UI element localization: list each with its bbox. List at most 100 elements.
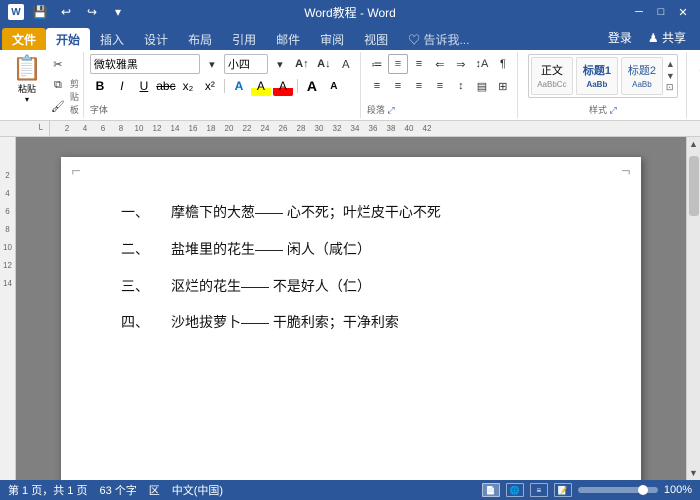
clear-format-button[interactable]: Ａ [336,54,356,74]
tab-bar: 文件 开始 插入 设计 布局 引用 邮件 审阅 视图 ♡ 告诉我... 登录 ♟… [0,24,700,50]
close-button[interactable]: ✕ [674,3,692,21]
zoom-thumb[interactable] [638,485,648,495]
paste-button[interactable]: 📋 粘贴 ▾ [8,54,46,106]
style-heading1[interactable]: 标题1AaBb [576,57,618,95]
style-heading2[interactable]: 标题2AaBb [621,57,663,95]
font-size-input[interactable] [224,54,268,74]
tab-insert[interactable]: 插入 [90,28,134,50]
document-page[interactable]: ⌐ ⌐ ⌐ ⌐ 一、 摩檐下的大葱—— 心不死；叶烂皮干心不死 二、 盐堆里的花… [61,157,641,480]
show-paragraph-button[interactable]: ¶ [493,54,513,74]
ruler-mark: 34 [346,124,364,133]
highlight-button[interactable]: A [251,76,271,96]
bullets-button[interactable]: ≔ [367,54,387,74]
strikethrough-button[interactable]: abc [156,76,176,96]
ruler-vertical: 2 4 6 8 10 12 14 [0,137,16,480]
view-outline-button[interactable]: ≡ [530,483,548,497]
zoom-level[interactable]: 100% [664,484,692,496]
line-spacing-button[interactable]: ↕ [451,76,471,96]
qat-redo-button[interactable]: ↪ [82,2,102,22]
toolbar: 📋 粘贴 ▾ ✂ ⧉ 🖌 剪贴板 ▾ ▾ A↑ A↓ Ａ [0,50,700,121]
find-button[interactable]: 🔍 编辑 [693,54,700,106]
ruler-mark: 28 [292,124,310,133]
corner-tr: ⌐ [621,167,631,177]
paste-arrow: ▾ [25,95,29,104]
tab-file[interactable]: 文件 [2,28,46,50]
bold-button[interactable]: B [90,76,110,96]
font-size-dropdown[interactable]: ▾ [270,54,290,74]
justify-button[interactable]: ≡ [430,76,450,96]
document-content[interactable]: 一、 摩檐下的大葱—— 心不死；叶烂皮干心不死 二、 盐堆里的花生—— 闲人（咸… [121,197,581,338]
ribbon: 文件 开始 插入 设计 布局 引用 邮件 审阅 视图 ♡ 告诉我... 登录 ♟… [0,24,700,121]
shading-button[interactable]: ▤ [472,76,492,96]
decrease-indent-button[interactable]: ⇐ [430,54,450,74]
ruler-mark: 36 [364,124,382,133]
tab-home[interactable]: 开始 [46,28,90,50]
italic-button[interactable]: I [112,76,132,96]
vertical-scrollbar[interactable]: ▲ ▼ [686,137,700,480]
font-name-input[interactable] [90,54,200,74]
copy-button[interactable]: ⧉ [48,75,68,95]
view-web-button[interactable]: 🌐 [506,483,524,497]
tab-design[interactable]: 设计 [134,28,178,50]
tab-view[interactable]: 视图 [354,28,398,50]
sep1 [224,79,225,93]
font-size-big-button[interactable]: A [302,76,322,96]
align-center-button[interactable]: ≡ [388,76,408,96]
view-draft-button[interactable]: 📝 [554,483,572,497]
borders-button[interactable]: ⊞ [493,76,513,96]
increase-indent-button[interactable]: ⇒ [451,54,471,74]
style-more-button[interactable]: ⊡ [666,82,675,93]
paragraph-dialog-button[interactable]: ⤢ [387,105,394,115]
style-scroll-up[interactable]: ▲ [666,59,675,69]
login-button[interactable]: 登录 [602,27,638,48]
scroll-thumb[interactable] [689,156,699,216]
subscript-button[interactable]: x₂ [178,76,198,96]
tab-references[interactable]: 引用 [222,28,266,50]
font-size-small-button[interactable]: A [324,76,344,96]
style-scroll-down[interactable]: ▼ [666,71,675,81]
share-button[interactable]: ♟ 共享 [642,27,692,48]
qat-save-button[interactable]: 💾 [30,2,50,22]
underline-button[interactable]: U [134,76,154,96]
align-right-button[interactable]: ≡ [409,76,429,96]
ruler-mark: 4 [76,124,94,133]
style-heading1-label: 标题1AaBb [583,62,611,90]
text-effect-button[interactable]: A [229,76,249,96]
sort-button[interactable]: ↕A [472,54,492,74]
ruler-mark: 2 [58,124,76,133]
scroll-down-arrow[interactable]: ▼ [687,466,700,480]
tab-layout[interactable]: 布局 [178,28,222,50]
paste-label: 粘贴 [18,82,36,95]
restore-button[interactable]: □ [652,3,670,21]
font-group: ▾ ▾ A↑ A↓ Ａ B I U abc x₂ x² A A A A A [86,52,361,118]
tab-help[interactable]: ♡ 告诉我... [398,28,479,50]
cut-button[interactable]: ✂ [48,54,68,74]
align-left-button[interactable]: ≡ [367,76,387,96]
font-name-dropdown[interactable]: ▾ [202,54,222,74]
scroll-track[interactable] [687,151,700,466]
qat-dropdown-button[interactable]: ▾ [108,2,128,22]
superscript-button[interactable]: x² [200,76,220,96]
font-color-button[interactable]: A [273,76,293,96]
format-painter-button[interactable]: 🖌 [48,96,68,116]
ruler-tab-selector[interactable]: └ [30,121,50,137]
style-normal[interactable]: 正文AaBbCc [531,57,573,95]
zoom-slider[interactable] [578,487,658,493]
tab-mailings[interactable]: 邮件 [266,28,310,50]
view-print-button[interactable]: 📄 [482,483,500,497]
qat-undo-button[interactable]: ↩ [56,2,76,22]
ruler-mark: 16 [184,124,202,133]
scroll-up-arrow[interactable]: ▲ [687,137,700,151]
numbering-button[interactable]: ≡ [388,54,408,74]
tab-review[interactable]: 审阅 [310,28,354,50]
item-text-4: 沙地拔萝卜—— 干脆利索；干净利索 [171,307,581,338]
outline-list-button[interactable]: ≡ [409,54,429,74]
decrease-font-button[interactable]: A↓ [314,54,334,74]
item-num-3: 三、 [121,271,171,302]
ruler-mark: 42 [418,124,436,133]
increase-font-button[interactable]: A↑ [292,54,312,74]
document-area[interactable]: ⌐ ⌐ ⌐ ⌐ 一、 摩檐下的大葱—— 心不死；叶烂皮干心不死 二、 盐堆里的花… [16,137,686,480]
minimize-button[interactable]: ─ [630,3,648,21]
styles-dialog-button[interactable]: ⤢ [610,105,617,115]
item-num-2: 二、 [121,234,171,265]
